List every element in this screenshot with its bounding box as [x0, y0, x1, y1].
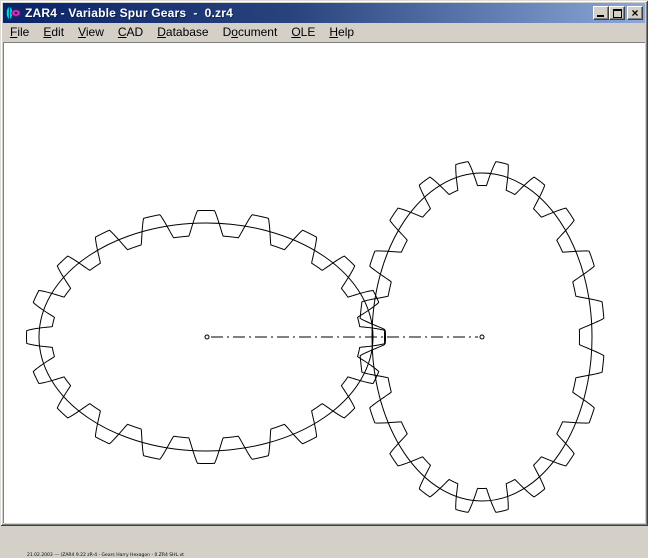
close-icon: × [628, 7, 642, 19]
menu-item-ole[interactable]: OLE [284, 24, 322, 41]
minimize-button[interactable] [593, 6, 609, 20]
menu-bar: FileEditViewCADDatabaseDocumentOLEHelp [3, 23, 645, 43]
menu-item-database[interactable]: Database [150, 24, 215, 41]
menu-item-view[interactable]: View [71, 24, 111, 41]
menu-item-file[interactable]: File [3, 24, 36, 41]
menu-item-edit[interactable]: Edit [36, 24, 71, 41]
menu-item-document[interactable]: Document [216, 24, 285, 41]
maximize-icon [613, 9, 622, 18]
close-button[interactable]: × [627, 6, 643, 20]
minimize-icon [597, 15, 604, 17]
window-controls: × [593, 6, 643, 20]
drawing-area: 21.02.2003 --- (ZAR4 9.22 zR-4 - Gears H… [3, 43, 645, 523]
zar4-elliptical-gears-logo-icon[interactable] [5, 5, 21, 21]
drawing-stamp-text: 21.02.2003 --- (ZAR4 9.22 zR-4 - Gears H… [27, 553, 184, 558]
menu-item-help[interactable]: Help [322, 24, 361, 41]
title-bar: ZAR4 - Variable Spur Gears - 0.zr4 × [3, 3, 645, 23]
app-window: ZAR4 - Variable Spur Gears - 0.zr4 × Fil… [0, 0, 648, 526]
window-title: ZAR4 - Variable Spur Gears - 0.zr4 [25, 6, 233, 20]
menu-item-cad[interactable]: CAD [111, 24, 150, 41]
maximize-button[interactable] [609, 6, 625, 20]
